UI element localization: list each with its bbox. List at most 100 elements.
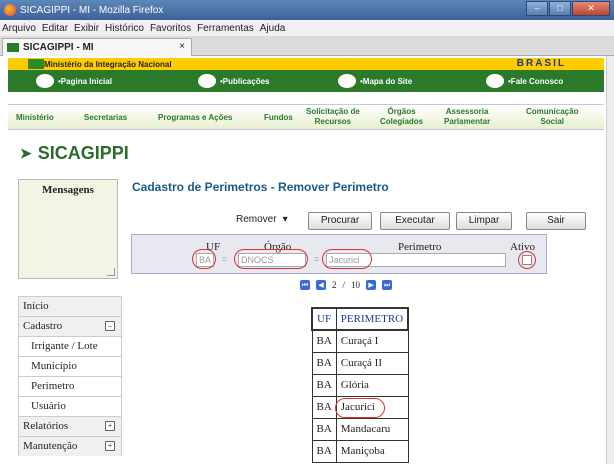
expand-icon[interactable]: + [105, 421, 115, 431]
sidebar-item-label: Município [31, 360, 77, 372]
section-solicitacao[interactable]: Solicitação de Recursos [306, 107, 360, 127]
menu-bar: Arquivo Editar Exibir Histórico Favorito… [0, 20, 614, 36]
site-favicon-icon [7, 43, 19, 52]
nav-fale[interactable]: •Fale Conosco [486, 74, 563, 88]
sidebar-item[interactable]: Início [18, 296, 122, 316]
sidebar-item-label: Usuário [31, 400, 66, 412]
sidebar-item-label: Perímetro [31, 380, 75, 392]
cell-uf: BA [311, 373, 337, 397]
expand-icon[interactable]: + [105, 441, 115, 451]
table-row[interactable]: BA Glória [311, 373, 409, 397]
cell-perimetro: Curaçá II [335, 351, 409, 375]
chevron-down-icon: ▾ [282, 214, 288, 225]
cell-perimetro: Maniçoba [335, 439, 409, 463]
resize-grip-icon[interactable] [107, 268, 115, 276]
mode-select-label: Remover [236, 214, 277, 225]
executar-button[interactable]: Executar [380, 212, 450, 230]
section-ministerio[interactable]: Ministério [16, 113, 54, 123]
sidebar-item[interactable]: Manutenção + [18, 436, 122, 456]
table-row[interactable]: BA Jacurici [311, 395, 409, 419]
messages-title: Mensagens [42, 184, 94, 196]
jacurici-highlight-ring [334, 397, 385, 418]
menu-ferramentas[interactable]: Ferramentas [197, 23, 254, 34]
prev-page-icon[interactable]: ◀ [316, 280, 326, 290]
section-menu: Ministério Secretarias Programas e Ações… [8, 104, 604, 130]
sidebar-item-label: Manutenção [23, 440, 78, 452]
mail-icon [486, 74, 504, 88]
nav-publicacoes-label: •Publicações [220, 76, 270, 86]
sidebar-item[interactable]: Perímetro [18, 376, 122, 396]
column-header-perimetro[interactable]: PERIMETRO [335, 307, 409, 331]
uf-highlight-ring [192, 249, 216, 269]
cell-perimetro: Mandacaru [335, 417, 409, 441]
nav-fale-label: •Fale Conosco [508, 76, 564, 86]
section-assessoria[interactable]: Assessoria Parlamentar [444, 107, 490, 127]
current-page: 2 [332, 280, 337, 290]
perimetro-label: Perimetro [398, 241, 442, 253]
results-table: UF PERIMETRO BA Curaçá I BA Curaçá II BA Glór… [311, 307, 409, 463]
next-page-icon[interactable]: ▶ [366, 280, 377, 290]
section-comunicacao[interactable]: Comunicação Social [526, 107, 578, 127]
sidebar-item[interactable]: Município [18, 356, 122, 376]
section-secretarias[interactable]: Secretarias [84, 113, 127, 123]
mode-select[interactable]: Remover ▾ [236, 214, 288, 225]
close-window-button[interactable]: ✕ [572, 1, 610, 16]
menu-exibir[interactable]: Exibir [74, 23, 99, 34]
sidebar-item[interactable]: Relatórios + [18, 416, 122, 436]
perimetro-highlight-ring [322, 249, 372, 269]
menu-ajuda[interactable]: Ajuda [260, 23, 286, 34]
browser-tab[interactable]: SICAGIPPI - MI × [2, 38, 192, 56]
sidebar-item-label: Relatórios [23, 420, 69, 432]
menu-historico[interactable]: Histórico [105, 23, 144, 34]
nav-mapa[interactable]: •Mapa do Site [338, 74, 412, 88]
table-row[interactable]: BA Curaçá II [311, 351, 409, 375]
section-programas[interactable]: Programas e Ações [158, 113, 232, 123]
orgao-equals: = [314, 254, 320, 264]
pagination: ⏮ ◀ 2 / 10 ▶ ⏭ [300, 280, 393, 290]
logo-text: SICAGIPPI [37, 143, 129, 163]
total-pages: 10 [351, 280, 361, 290]
sidebar-item[interactable]: Irrigante / Lote [18, 336, 122, 356]
sidebar-item-label: Início [23, 300, 49, 312]
ativo-highlight-ring [518, 251, 536, 269]
vertical-scrollbar[interactable] [606, 56, 614, 464]
column-header-uf[interactable]: UF [311, 307, 337, 331]
home-icon [36, 74, 54, 88]
ministry-name[interactable]: Ministério da Integração Nacional [44, 60, 172, 69]
procurar-button[interactable]: Procurar [308, 212, 372, 230]
table-row[interactable]: BA Curaçá I [311, 329, 409, 353]
cell-uf: BA [311, 395, 337, 419]
sidebar-item[interactable]: Usuário [18, 396, 122, 416]
nav-mapa-label: •Mapa do Site [360, 76, 413, 86]
window-title: SICAGIPPI - MI - Mozilla Firefox [20, 4, 164, 16]
minimize-button[interactable]: – [526, 1, 548, 16]
sicagippi-logo: ➤ SICAGIPPI [20, 143, 129, 164]
table-row[interactable]: BA Maniçoba [311, 439, 409, 463]
maximize-button[interactable]: □ [549, 1, 571, 16]
menu-arquivo[interactable]: Arquivo [2, 23, 36, 34]
section-fundos[interactable]: Fundos [264, 113, 293, 123]
page-separator: / [342, 280, 346, 290]
cell-perimetro: Curaçá I [335, 329, 409, 353]
limpar-button[interactable]: Limpar [456, 212, 512, 230]
collapse-icon[interactable]: – [105, 321, 115, 331]
cell-uf: BA [311, 351, 337, 375]
table-row[interactable]: BA Mandacaru [311, 417, 409, 441]
brasil-logo[interactable]: BRASIL [517, 58, 566, 69]
firefox-icon [4, 4, 16, 16]
sair-button[interactable]: Sair [526, 212, 586, 230]
gov-flag-icon [28, 59, 44, 69]
menu-favoritos[interactable]: Favoritos [150, 23, 191, 34]
cell-uf: BA [311, 417, 337, 441]
nav-home[interactable]: •Pagina Inicial [36, 74, 112, 88]
last-page-icon[interactable]: ⏭ [382, 280, 393, 290]
filter-form: UF Órgão Perimetro Ativo BA = DNOCS = Ja… [131, 234, 547, 274]
tab-label: SICAGIPPI - MI [23, 42, 94, 53]
tab-bar: SICAGIPPI - MI × [0, 36, 614, 56]
sidebar-item[interactable]: Cadastro – [18, 316, 122, 336]
tab-close-icon[interactable]: × [179, 41, 185, 52]
first-page-icon[interactable]: ⏮ [300, 280, 310, 290]
nav-publicacoes[interactable]: •Publicações [198, 74, 270, 88]
section-orgaos[interactable]: Órgãos Colegiados [380, 107, 423, 127]
menu-editar[interactable]: Editar [42, 23, 68, 34]
